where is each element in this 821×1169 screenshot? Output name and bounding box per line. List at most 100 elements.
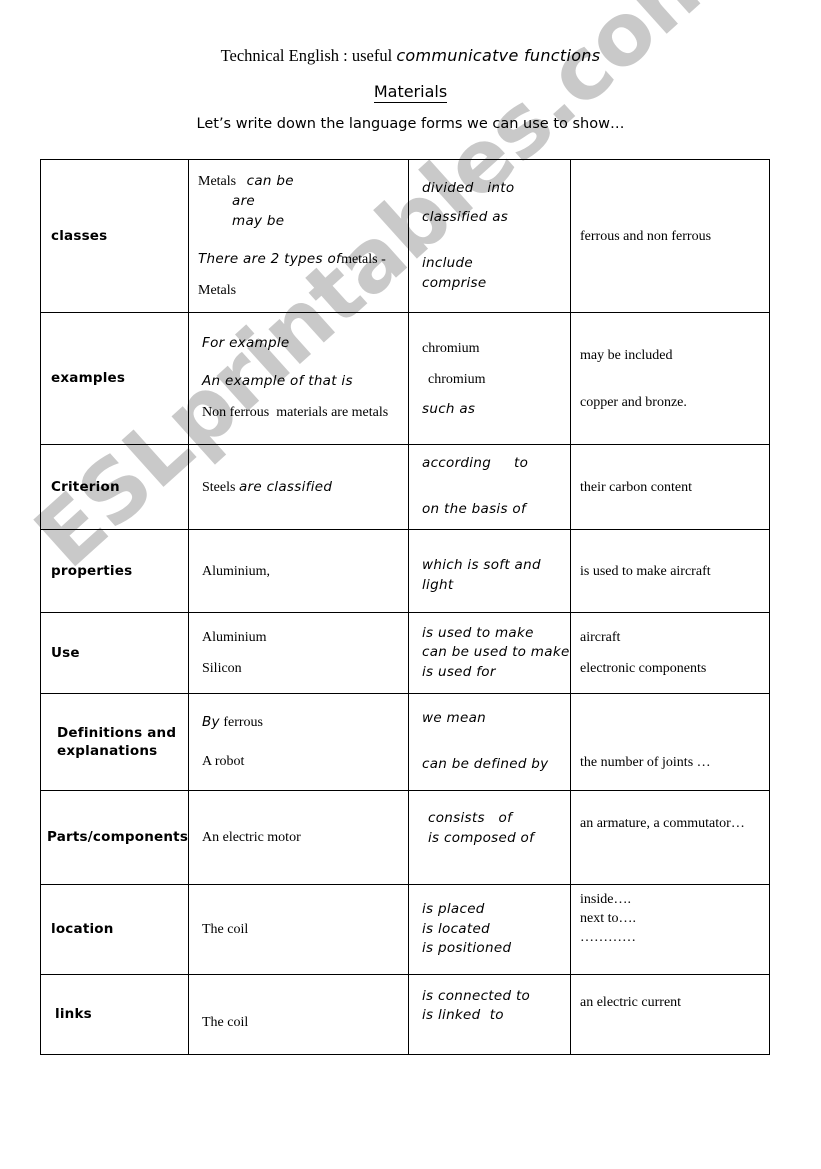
row-category-cell: examples bbox=[40, 312, 189, 445]
text-fragment: is composed of bbox=[428, 829, 535, 846]
row-complement-cell: aircraft electronic components bbox=[570, 612, 770, 694]
table-row: Definitions and explanations By ferrous … bbox=[40, 693, 770, 791]
row-complement-cell: the number of joints … bbox=[570, 693, 770, 791]
text-fragment: according to bbox=[422, 455, 529, 472]
text-fragment: Steels bbox=[202, 479, 236, 495]
text-fragment: consists of bbox=[428, 809, 513, 826]
text-fragment: is linked to bbox=[422, 1007, 504, 1024]
text-fragment: Silicon bbox=[202, 661, 242, 676]
text-fragment: electronic components bbox=[580, 661, 707, 676]
text-fragment: their carbon content bbox=[580, 479, 692, 495]
row-verb-cell: is connected to is linked to bbox=[408, 973, 571, 1055]
text-fragment: There are 2 types of bbox=[198, 251, 342, 268]
text-fragment: Aluminium, bbox=[202, 563, 271, 579]
category-label: Criterion bbox=[51, 478, 120, 495]
text-fragment: The coil bbox=[202, 921, 249, 937]
row-subject-cell: The coil bbox=[188, 973, 409, 1055]
row-verb-cell: according to on the basis of bbox=[408, 444, 571, 530]
text-fragment: an armature, a commutator… bbox=[580, 816, 745, 831]
text-fragment: an electric current bbox=[580, 994, 682, 1010]
row-verb-cell: is placed is located is positioned bbox=[408, 884, 571, 975]
text-fragment: next to…. bbox=[580, 910, 636, 926]
text-fragment: A robot bbox=[202, 754, 245, 769]
text-fragment: chromium bbox=[422, 340, 480, 356]
row-verb-cell: consists of is composed of bbox=[408, 790, 571, 885]
row-category-cell: links bbox=[40, 973, 189, 1055]
table-row: examples For example An example of that … bbox=[40, 312, 770, 445]
text-fragment: light bbox=[422, 577, 454, 593]
worksheet-page: Technical English : useful communicatve … bbox=[0, 0, 821, 1169]
category-label: properties bbox=[51, 562, 133, 579]
table-row: links The coil is connected to is linked… bbox=[40, 973, 770, 1055]
text-fragment: is used to make bbox=[422, 624, 534, 641]
category-label: examples bbox=[51, 370, 126, 387]
category-label: Parts/components bbox=[47, 829, 189, 846]
text-fragment: comprise bbox=[422, 274, 487, 291]
row-complement-cell: is used to make aircraft bbox=[570, 529, 770, 613]
text-fragment: metals - bbox=[341, 252, 386, 268]
row-category-cell: properties bbox=[40, 529, 189, 613]
row-category-cell: Definitions and explanations bbox=[40, 693, 189, 791]
document-title: Technical English : useful communicatve … bbox=[0, 44, 821, 67]
text-fragment: may be bbox=[232, 212, 285, 229]
category-label: Definitions and explanations bbox=[57, 724, 177, 759]
text-fragment: Metals bbox=[198, 283, 237, 299]
text-fragment: The coil bbox=[202, 1014, 249, 1030]
text-fragment: such as bbox=[422, 400, 476, 417]
row-complement-cell: an armature, a commutator… bbox=[570, 790, 770, 885]
row-verb-cell: is used to make can be used to make is u… bbox=[408, 612, 571, 694]
row-category-cell: location bbox=[40, 884, 189, 975]
text-fragment: is used to make aircraft bbox=[580, 563, 711, 579]
row-subject-cell: The coil bbox=[188, 884, 409, 975]
text-fragment: is located bbox=[422, 920, 490, 937]
text-fragment: Metals bbox=[198, 173, 237, 189]
text-fragment: ………… bbox=[580, 929, 636, 945]
text-fragment: aircraft bbox=[580, 630, 621, 645]
language-forms-table: classes Metals can be are may be There a… bbox=[40, 159, 770, 1055]
row-subject-cell: Aluminium Silicon bbox=[188, 612, 409, 694]
text-fragment: ferrous and non ferrous bbox=[580, 228, 712, 244]
text-fragment: can be bbox=[246, 172, 294, 189]
document-title-plain: Technical English : useful bbox=[220, 46, 397, 65]
row-category-cell: Criterion bbox=[40, 444, 189, 530]
row-category-cell: Use bbox=[40, 612, 189, 694]
row-complement-cell: an electric current bbox=[570, 973, 770, 1055]
text-fragment: copper and bronze. bbox=[580, 394, 687, 410]
text-fragment: inside…. bbox=[580, 892, 631, 907]
category-label: Use bbox=[51, 644, 80, 661]
text-fragment: the number of joints … bbox=[580, 754, 711, 770]
table-row: Criterion Steels are classified accordin… bbox=[40, 444, 770, 530]
text-fragment: Non ferrous materials are metals bbox=[202, 404, 389, 420]
table-row: classes Metals can be are may be There a… bbox=[40, 159, 770, 313]
text-fragment: can be defined by bbox=[422, 756, 549, 772]
text-fragment: For example bbox=[202, 335, 290, 352]
row-verb-cell: divided into classified as include compr… bbox=[408, 159, 571, 313]
text-fragment: is positioned bbox=[422, 940, 512, 957]
text-fragment: may be included bbox=[580, 347, 673, 363]
text-fragment: is connected to bbox=[422, 987, 531, 1004]
text-fragment: By bbox=[202, 714, 220, 730]
row-complement-cell: inside…. next to…. ………… bbox=[570, 884, 770, 975]
text-fragment: chromium bbox=[428, 371, 486, 387]
text-fragment: are classified bbox=[238, 478, 333, 495]
text-fragment: divided into bbox=[422, 179, 515, 196]
text-fragment: An example of that is bbox=[202, 373, 353, 389]
category-label: links bbox=[55, 1006, 92, 1023]
document-subtitle-text: Materials bbox=[373, 82, 448, 103]
document-title-italic: communicatve functions bbox=[396, 46, 601, 65]
document-subtitle: Materials bbox=[0, 82, 821, 103]
row-subject-cell: For example An example of that is Non fe… bbox=[188, 312, 409, 445]
table-row: location The coil is placed is located i… bbox=[40, 884, 770, 975]
table-row: Parts/components An electric motor consi… bbox=[40, 790, 770, 885]
row-subject-cell: By ferrous A robot bbox=[188, 693, 409, 791]
row-subject-cell: An electric motor bbox=[188, 790, 409, 885]
row-subject-cell: Aluminium, bbox=[188, 529, 409, 613]
text-fragment: on the basis of bbox=[422, 501, 527, 517]
row-verb-cell: which is soft and light bbox=[408, 529, 571, 613]
text-fragment: is used for bbox=[422, 663, 496, 680]
row-category-cell: Parts/components bbox=[40, 790, 189, 885]
text-fragment: include bbox=[422, 255, 474, 271]
text-fragment: classified as bbox=[422, 209, 509, 226]
text-fragment: which is soft and bbox=[422, 557, 541, 574]
row-category-cell: classes bbox=[40, 159, 189, 313]
